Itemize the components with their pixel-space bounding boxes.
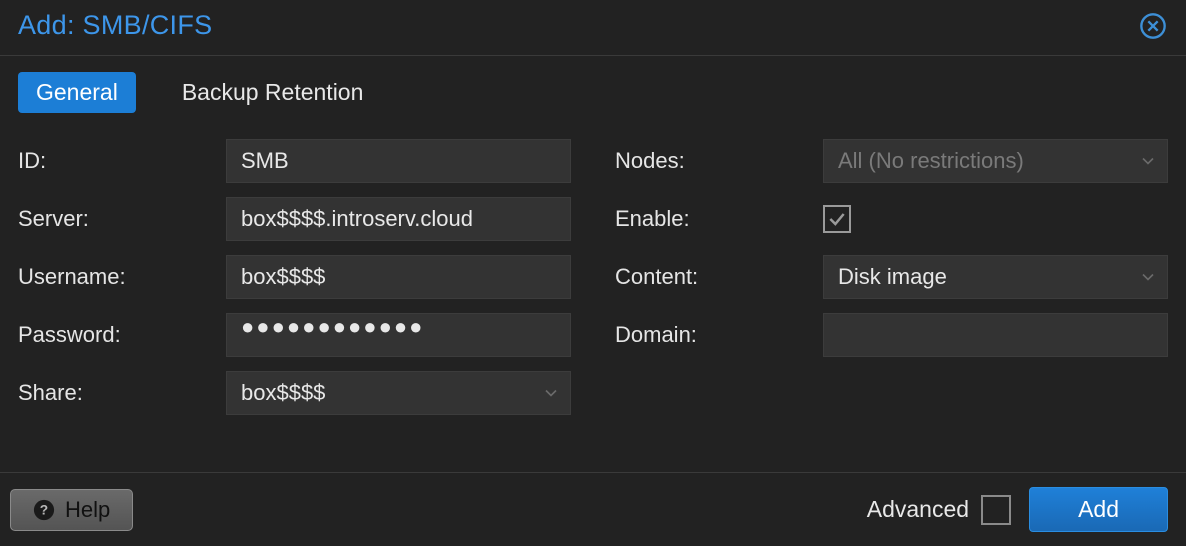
- help-button[interactable]: ? Help: [10, 489, 133, 531]
- enable-checkbox[interactable]: [823, 205, 851, 233]
- add-smb-cifs-dialog: Add: SMB/CIFS General Backup Retention I…: [0, 0, 1186, 546]
- footer-right: Advanced Add: [867, 487, 1168, 532]
- help-button-label: Help: [65, 497, 110, 523]
- row-server: Server:: [18, 197, 571, 241]
- dialog-titlebar: Add: SMB/CIFS: [0, 0, 1186, 56]
- form-area: ID: Server: Username: Password:: [0, 131, 1186, 472]
- row-enable: Enable:: [615, 197, 1168, 241]
- dialog-title: Add: SMB/CIFS: [18, 10, 212, 41]
- username-field[interactable]: [226, 255, 571, 299]
- svg-text:?: ?: [40, 502, 48, 517]
- nodes-select[interactable]: [823, 139, 1168, 183]
- domain-field[interactable]: [823, 313, 1168, 357]
- password-field[interactable]: ●●●●●●●●●●●●: [226, 313, 571, 357]
- form-column-right: Nodes: Enable:: [615, 139, 1168, 466]
- label-nodes: Nodes:: [615, 148, 823, 174]
- nodes-field[interactable]: [823, 139, 1168, 183]
- share-select[interactable]: [226, 371, 571, 415]
- label-domain: Domain:: [615, 322, 823, 348]
- tab-general[interactable]: General: [18, 72, 136, 113]
- label-enable: Enable:: [615, 206, 823, 232]
- dialog-footer: ? Help Advanced Add: [0, 472, 1186, 546]
- help-icon: ?: [33, 499, 55, 521]
- row-content: Content:: [615, 255, 1168, 299]
- row-id: ID:: [18, 139, 571, 183]
- form-column-left: ID: Server: Username: Password:: [18, 139, 571, 466]
- add-button[interactable]: Add: [1029, 487, 1168, 532]
- label-share: Share:: [18, 380, 226, 406]
- advanced-checkbox[interactable]: [981, 495, 1011, 525]
- server-field[interactable]: [226, 197, 571, 241]
- close-icon[interactable]: [1138, 11, 1168, 41]
- id-field[interactable]: [226, 139, 571, 183]
- row-share: Share:: [18, 371, 571, 415]
- tab-strip: General Backup Retention: [0, 56, 1186, 131]
- advanced-toggle[interactable]: Advanced: [867, 495, 1011, 525]
- advanced-label: Advanced: [867, 496, 969, 523]
- row-domain: Domain:: [615, 313, 1168, 357]
- label-id: ID:: [18, 148, 226, 174]
- label-server: Server:: [18, 206, 226, 232]
- share-field[interactable]: [226, 371, 571, 415]
- content-select[interactable]: [823, 255, 1168, 299]
- label-content: Content:: [615, 264, 823, 290]
- row-password: Password: ●●●●●●●●●●●●: [18, 313, 571, 357]
- content-field[interactable]: [823, 255, 1168, 299]
- row-nodes: Nodes:: [615, 139, 1168, 183]
- label-username: Username:: [18, 264, 226, 290]
- row-username: Username:: [18, 255, 571, 299]
- label-password: Password:: [18, 322, 226, 348]
- tab-backup-retention[interactable]: Backup Retention: [164, 72, 382, 113]
